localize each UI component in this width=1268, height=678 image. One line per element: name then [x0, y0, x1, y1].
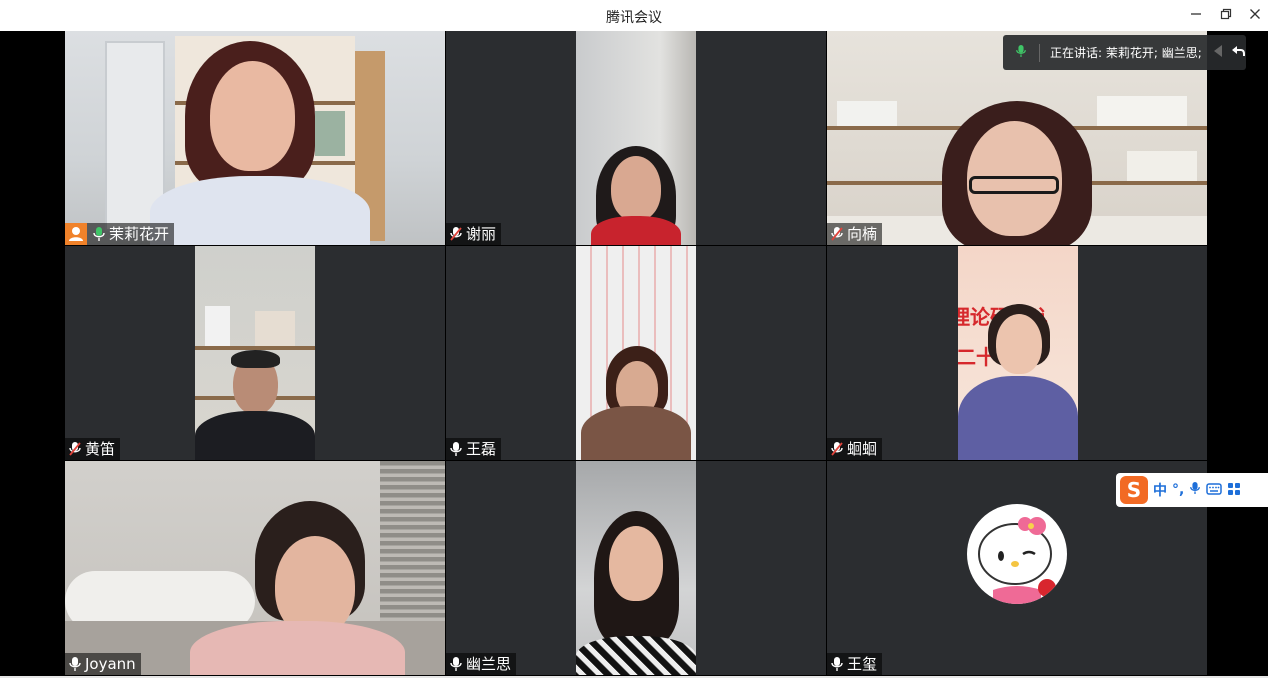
mic-icon	[449, 441, 463, 457]
sogou-logo-icon: S	[1120, 476, 1148, 504]
mic-active-icon	[92, 226, 106, 242]
keyboard-icon[interactable]	[1206, 481, 1223, 500]
toolbox-grid-icon[interactable]	[1227, 481, 1241, 500]
participant-name: 茉莉花开	[109, 225, 170, 243]
participant-nametag: 向楠	[827, 223, 883, 245]
window-title: 腾讯会议	[606, 10, 662, 26]
minimize-icon	[1191, 13, 1201, 15]
participant-nametag: 黄笛	[65, 438, 121, 460]
participant-nametag: Joyann	[65, 653, 141, 675]
participant-nametag: 王玺	[827, 653, 883, 675]
video-tile-7[interactable]: Joyann	[65, 461, 445, 675]
participant-nametag: 王磊	[446, 438, 502, 460]
participant-nametag: 茉莉花开	[65, 223, 175, 245]
video-tile-4[interactable]: 黄笛	[65, 246, 445, 460]
video-tile-2[interactable]: 谢丽	[446, 31, 826, 245]
ime-toolbar[interactable]: S 中 °,	[1116, 473, 1268, 507]
mic-muted-icon	[449, 226, 463, 242]
video-tile-1[interactable]: 茉莉花开	[65, 31, 445, 245]
voice-input-icon[interactable]	[1189, 480, 1201, 500]
ime-mode-toggle[interactable]: 中	[1153, 480, 1167, 500]
host-icon	[65, 223, 87, 245]
participant-name: 蛔蛔	[847, 440, 878, 458]
restore-icon	[1220, 8, 1232, 20]
speaker-volume-icon	[1210, 43, 1224, 62]
participant-nametag: 谢丽	[446, 223, 502, 245]
participant-name: 幽兰思	[466, 655, 512, 673]
participant-nametag: 蛔蛔	[827, 438, 883, 460]
participant-name: 王玺	[847, 655, 878, 673]
close-icon	[1250, 9, 1260, 19]
mic-active-icon	[1015, 43, 1027, 62]
mic-icon	[68, 656, 82, 672]
close-button[interactable]	[1242, 4, 1268, 26]
collapse-arrow-icon[interactable]	[1230, 44, 1246, 61]
video-feed	[576, 461, 696, 675]
avatar	[967, 504, 1067, 604]
video-feed	[195, 246, 315, 460]
speaking-text: 正在讲话: 茉莉花开; 幽兰思;	[1050, 46, 1202, 60]
video-grid: 茉莉花开 谢丽 向楠 黄笛 王磊 理论研 二十 蛔蛔 Joyann 幽兰思 王玺	[65, 31, 1207, 676]
mic-muted-icon	[830, 441, 844, 457]
minimize-button[interactable]	[1183, 4, 1209, 26]
video-feed: 理论研 家讠 二十 列	[958, 246, 1078, 460]
speaking-indicator: 正在讲话: 茉莉花开; 幽兰思;	[1003, 35, 1246, 70]
video-feed	[576, 246, 696, 460]
hello-kitty-avatar-icon	[978, 517, 1056, 604]
meeting-stage: 茉莉花开 谢丽 向楠 黄笛 王磊 理论研 二十 蛔蛔 Joyann 幽兰思 王玺	[0, 31, 1268, 676]
participant-name: 谢丽	[466, 225, 497, 243]
video-tile-5[interactable]: 王磊	[446, 246, 826, 460]
mic-muted-icon	[830, 226, 844, 242]
mic-icon	[449, 656, 463, 672]
video-tile-8[interactable]: 幽兰思	[446, 461, 826, 675]
participant-name: 王磊	[466, 440, 497, 458]
mic-icon	[830, 656, 844, 672]
mic-muted-icon	[68, 441, 82, 457]
participant-name: 黄笛	[85, 440, 116, 458]
video-feed	[65, 461, 445, 675]
participant-name: Joyann	[85, 655, 136, 673]
video-feed	[576, 31, 696, 245]
video-feed	[65, 31, 445, 245]
ime-punct-toggle[interactable]: °,	[1172, 482, 1184, 498]
video-tile-6[interactable]: 理论研 家讠 二十 列 蛔蛔	[827, 246, 1207, 460]
title-bar: 腾讯会议	[0, 0, 1268, 31]
restore-button[interactable]	[1213, 4, 1239, 26]
participant-name: 向楠	[847, 225, 878, 243]
participant-nametag: 幽兰思	[446, 653, 517, 675]
